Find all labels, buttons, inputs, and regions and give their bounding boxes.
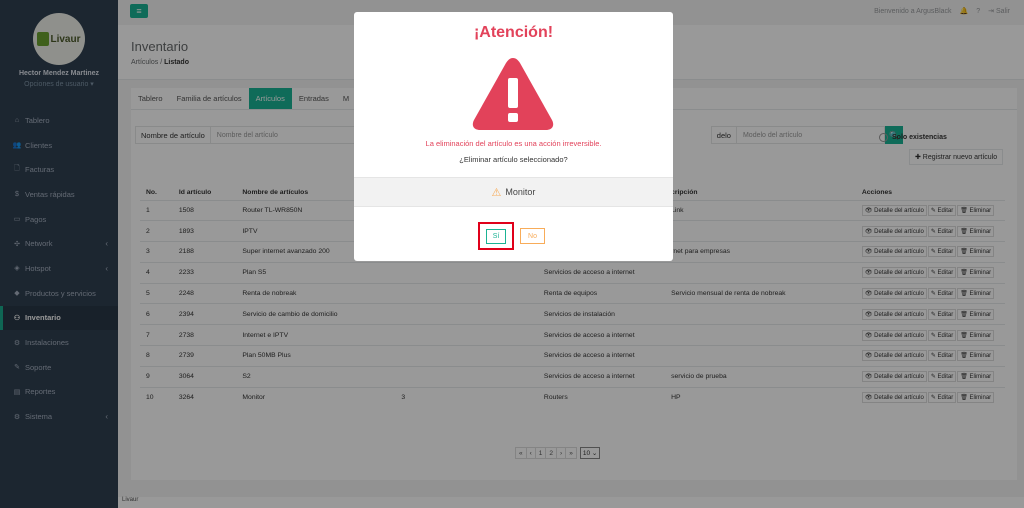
modal-message: La eliminación del artículo es una acció… bbox=[425, 139, 602, 148]
delete-confirm-modal: ¡Atención! La eliminación del artículo e… bbox=[354, 12, 673, 261]
selected-item: ⚠ Monitor bbox=[354, 177, 673, 207]
selected-item-name: Monitor bbox=[505, 187, 536, 197]
yes-button-highlight: Sí bbox=[478, 222, 514, 250]
modal-question: ¿Eliminar artículo seleccionado? bbox=[459, 155, 568, 164]
modal-title: ¡Atención! bbox=[473, 24, 554, 41]
warning-small-icon: ⚠ bbox=[491, 186, 502, 199]
no-button[interactable]: No bbox=[520, 228, 545, 244]
warning-icon bbox=[472, 58, 554, 130]
yes-button[interactable]: Sí bbox=[486, 228, 506, 244]
